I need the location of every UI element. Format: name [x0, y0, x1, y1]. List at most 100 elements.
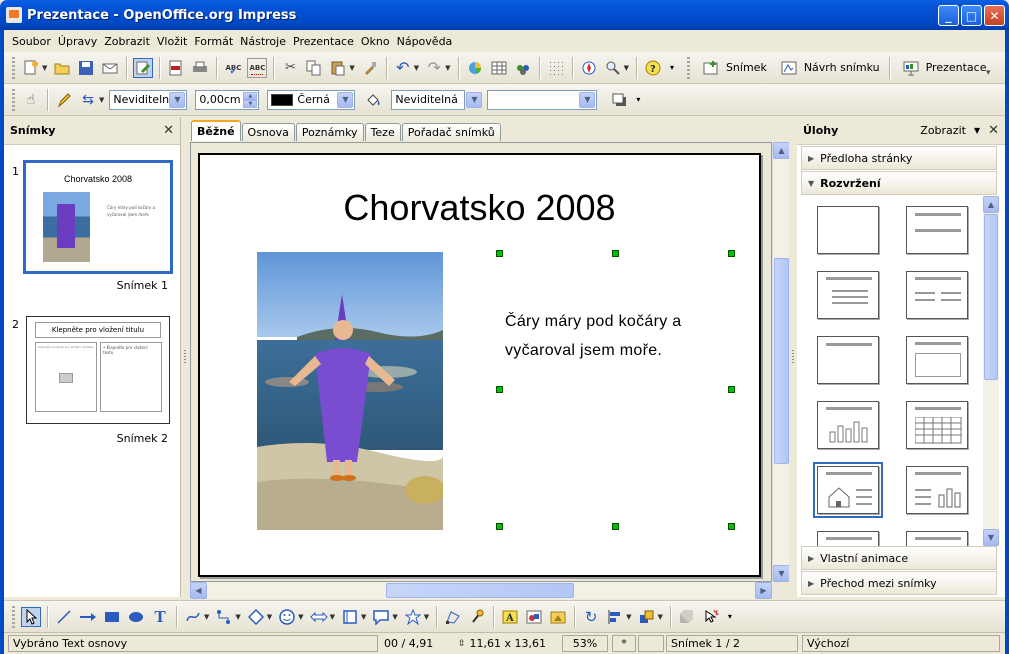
line-color-select[interactable]: Černá ▼: [267, 89, 356, 110]
selection-handle[interactable]: [612, 250, 619, 257]
flowchart-icon[interactable]: [340, 607, 360, 627]
layouts-scrollbar[interactable]: ▲ ▼: [983, 196, 999, 546]
layout-centered-text[interactable]: [906, 336, 968, 384]
selection-handle[interactable]: [612, 523, 619, 530]
print-icon[interactable]: [190, 58, 210, 78]
callouts-icon[interactable]: [371, 607, 391, 627]
close-tasks-pane-icon[interactable]: ✕: [988, 123, 999, 138]
scroll-down-icon[interactable]: ▼: [983, 529, 999, 546]
scroll-right-icon[interactable]: ▶: [755, 582, 772, 599]
navigator-compass-icon[interactable]: [579, 58, 599, 78]
undo-dropdown-icon[interactable]: ▼: [414, 64, 419, 72]
selection-handle[interactable]: [728, 250, 735, 257]
left-pane-splitter[interactable]: [181, 117, 190, 597]
maximize-button[interactable]: □: [961, 5, 982, 26]
export-pdf-icon[interactable]: [166, 58, 186, 78]
menu-zobrazit[interactable]: Zobrazit: [102, 35, 155, 48]
layout-title-2-content[interactable]: [906, 271, 968, 319]
save-icon[interactable]: [76, 58, 96, 78]
toolbar-grip[interactable]: [12, 88, 15, 111]
layout-title-content[interactable]: [817, 271, 879, 319]
menu-nastroje[interactable]: Nástroje: [238, 35, 291, 48]
text-tool-icon[interactable]: T: [150, 607, 170, 627]
email-icon[interactable]: [100, 58, 120, 78]
symbol-shapes-icon[interactable]: [277, 607, 297, 627]
paste-dropdown-icon[interactable]: ▼: [349, 64, 354, 72]
section-layouts[interactable]: ▼ Rozvržení: [801, 171, 997, 195]
redo-icon[interactable]: ↷: [424, 58, 444, 78]
tab-notes[interactable]: Poznámky: [295, 123, 364, 141]
menu-okno[interactable]: Okno: [359, 35, 395, 48]
area-style-select[interactable]: Neviditelná ▼: [391, 89, 483, 110]
slide-button[interactable]: Snímek: [699, 58, 767, 78]
selection-handle[interactable]: [496, 386, 503, 393]
cut-icon[interactable]: ✂: [280, 58, 300, 78]
chevron-down-icon[interactable]: ▼: [579, 91, 596, 108]
arrow-style-dropdown-icon[interactable]: ▼: [99, 96, 104, 104]
edit-file-icon[interactable]: [133, 57, 154, 78]
rectangle-tool-icon[interactable]: [102, 607, 122, 627]
selection-handle[interactable]: [496, 250, 503, 257]
slide-body-text[interactable]: Čáry máry pod kočáry a vyčaroval jsem mo…: [505, 307, 715, 365]
status-modified[interactable]: *: [612, 635, 636, 652]
arrange-dropdown-icon[interactable]: ▼: [658, 613, 663, 621]
line-arrow-tool-icon[interactable]: [78, 607, 98, 627]
vertical-scroll-thumb[interactable]: [774, 258, 789, 464]
impress-app-icon[interactable]: [6, 7, 22, 23]
format-paintbrush-icon[interactable]: [360, 58, 380, 78]
menu-format[interactable]: Formát: [192, 35, 238, 48]
align-dropdown-icon[interactable]: ▼: [626, 613, 631, 621]
toolbar-overflow-icon[interactable]: [985, 60, 995, 78]
line-width-field[interactable]: 0,00cm ▲ ▼: [195, 89, 260, 110]
paste-icon[interactable]: [328, 58, 348, 78]
area-fill-select[interactable]: ▼: [487, 89, 598, 110]
toolbar-grip[interactable]: [686, 56, 690, 79]
tab-normal[interactable]: Běžné: [191, 120, 241, 141]
slide-thumbnail-2[interactable]: Klepněte pro vložení titulu Klepněte dva…: [26, 316, 170, 424]
scroll-down-icon[interactable]: ▼: [773, 565, 790, 582]
interaction-icon[interactable]: [701, 607, 721, 627]
toolbar-options-icon[interactable]: ▾: [667, 58, 677, 78]
menu-napoveda[interactable]: Nápověda: [395, 35, 458, 48]
scroll-left-icon[interactable]: ◀: [190, 582, 207, 599]
line-style-select[interactable]: Neviditelná ▼: [109, 89, 188, 110]
slide-design-button[interactable]: Návrh snímku: [777, 58, 880, 78]
spellcheck-icon[interactable]: ABC ✔: [223, 58, 243, 78]
chevron-down-icon[interactable]: ▼: [169, 91, 186, 108]
horizontal-scrollbar[interactable]: ◀ ▶: [190, 582, 772, 599]
basic-shapes-dropdown-icon[interactable]: ▼: [267, 613, 272, 621]
close-slides-pane-icon[interactable]: ✕: [163, 123, 174, 138]
shadow-icon[interactable]: [609, 90, 629, 110]
slide-thumbnail-1[interactable]: Chorvatsko 2008 Čáry máry pod kočáry a v…: [23, 160, 173, 274]
autospellcheck-icon[interactable]: ABC: [247, 57, 268, 78]
scroll-up-icon[interactable]: ▲: [773, 142, 790, 159]
scroll-up-icon[interactable]: ▲: [983, 196, 999, 213]
layout-title-table[interactable]: [906, 401, 968, 449]
area-fill-bucket-icon[interactable]: [363, 90, 383, 110]
select-arrow-icon[interactable]: [21, 606, 41, 627]
points-edit-icon[interactable]: [443, 607, 463, 627]
connector-dropdown-icon[interactable]: ▼: [235, 613, 240, 621]
status-zoom[interactable]: 53%: [562, 635, 608, 652]
toolbar-grip[interactable]: [12, 605, 15, 628]
curve-dropdown-icon[interactable]: ▼: [204, 613, 209, 621]
extrusion-icon[interactable]: [677, 607, 697, 627]
navigator-graphic-icon[interactable]: [513, 58, 533, 78]
menu-soubor[interactable]: Soubor: [10, 35, 56, 48]
toolbar-grip[interactable]: [12, 56, 15, 79]
minimize-button[interactable]: _: [938, 5, 959, 26]
ellipse-tool-icon[interactable]: [126, 607, 146, 627]
block-arrows-dropdown-icon[interactable]: ▼: [330, 613, 335, 621]
chevron-down-icon[interactable]: ▼: [337, 91, 354, 108]
hand-cursor-icon[interactable]: ☝: [21, 90, 41, 110]
tasks-view-menu[interactable]: Zobrazit: [920, 124, 966, 137]
tab-outline[interactable]: Osnova: [241, 123, 295, 141]
line-tool-icon[interactable]: [54, 607, 74, 627]
toolbar-options-icon[interactable]: ▾: [633, 90, 643, 110]
symbol-shapes-dropdown-icon[interactable]: ▼: [298, 613, 303, 621]
curve-tool-icon[interactable]: [183, 607, 203, 627]
menu-upravy[interactable]: Úpravy: [56, 35, 102, 48]
align-icon[interactable]: [605, 607, 625, 627]
block-arrows-icon[interactable]: [309, 607, 329, 627]
slide-photo[interactable]: [257, 252, 443, 530]
